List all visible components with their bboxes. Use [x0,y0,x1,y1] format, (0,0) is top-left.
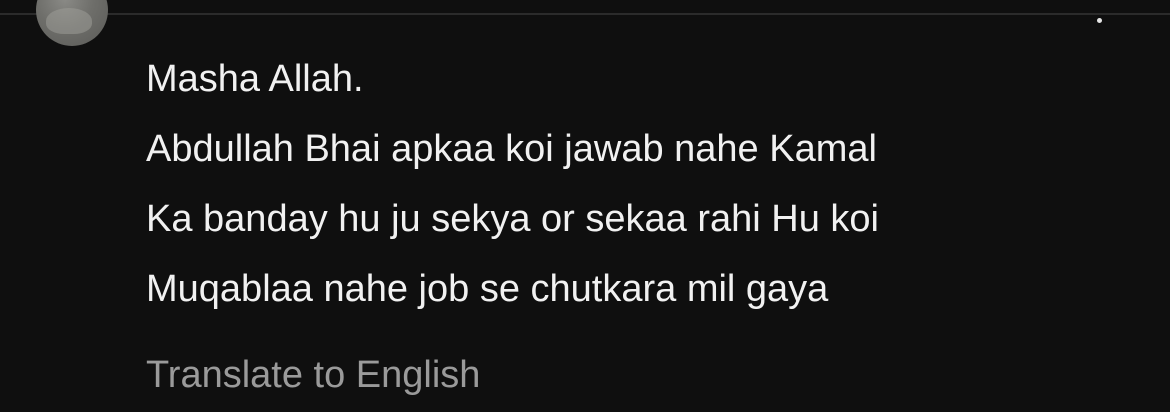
avatar-image [46,8,92,34]
avatar[interactable] [36,0,108,46]
comment-line: Ka banday hu ju sekya or sekaa rahi Hu k… [146,198,879,240]
comment-line: Masha Allah. [146,58,364,100]
comment-body: Masha Allah. Abdullah Bhai apkaa koi jaw… [146,44,1106,324]
comment-line: Muqablaa nahe job se chutkara mil gaya [146,268,829,310]
comment-line: Abdullah Bhai apkaa koi jawab nahe Kamal [146,128,877,170]
more-dot [1097,18,1102,23]
translate-button[interactable]: Translate to English [146,345,480,405]
top-divider [0,13,1170,15]
more-vertical-icon[interactable] [1088,0,1112,30]
